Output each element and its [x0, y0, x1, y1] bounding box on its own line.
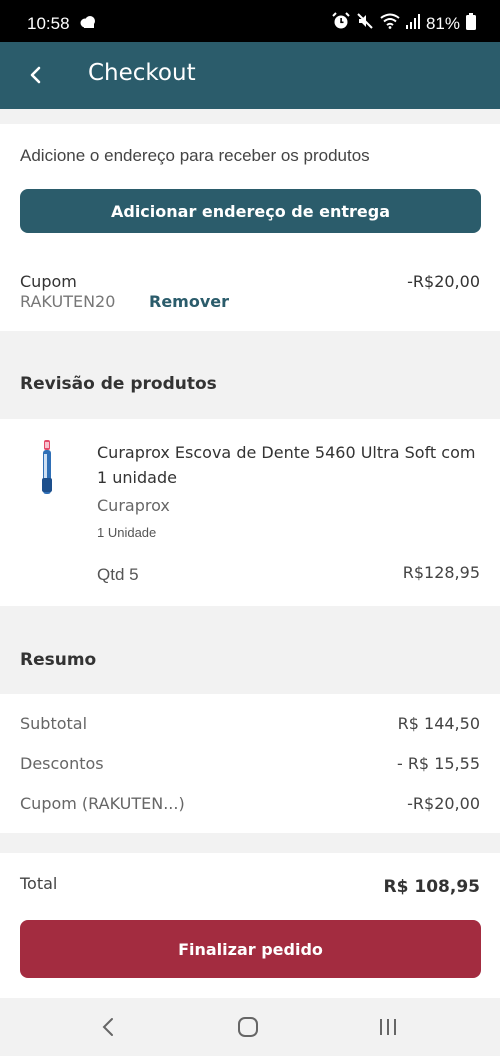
nav-home-icon[interactable] — [233, 1014, 263, 1040]
coupon-summary-value: -R$20,00 — [407, 794, 480, 813]
products-section-title: Revisão de produtos — [20, 374, 217, 394]
system-nav-bar — [0, 998, 500, 1056]
product-brand: Curaprox — [97, 496, 170, 515]
status-bar: 10:58 81% — [0, 0, 500, 42]
coupon-summary-label: Cupom (RAKUTEN...) — [20, 794, 185, 813]
mute-icon — [356, 12, 374, 35]
cloud-icon — [79, 14, 97, 33]
battery-icon — [466, 12, 476, 35]
nav-back-icon[interactable] — [93, 1014, 123, 1040]
remove-coupon-link[interactable]: Remover — [149, 292, 229, 311]
back-arrow-icon[interactable] — [22, 61, 50, 89]
coupon-discount-value: -R$20,00 — [407, 272, 480, 291]
coupon-label: Cupom — [20, 272, 77, 291]
alarm-icon — [332, 12, 350, 35]
wifi-icon — [380, 13, 400, 34]
status-time: 10:58 — [27, 14, 70, 33]
app-bar: Checkout — [0, 42, 500, 109]
signal-icon — [405, 13, 420, 34]
address-prompt: Adicione o endereço para receber os prod… — [20, 146, 370, 165]
summary-section-title: Resumo — [20, 650, 97, 670]
toothbrush-image — [36, 438, 58, 498]
total-value: R$ 108,95 — [383, 877, 480, 897]
battery-percent: 81% — [425, 13, 460, 33]
subtotal-value: R$ 144,50 — [397, 714, 480, 733]
coupon-code: RAKUTEN20 — [20, 292, 116, 311]
discounts-label: Descontos — [20, 754, 104, 773]
nav-recents-icon[interactable] — [373, 1014, 403, 1040]
finish-order-button[interactable]: Finalizar pedido — [20, 920, 481, 978]
subtotal-label: Subtotal — [20, 714, 88, 733]
total-label: Total — [20, 874, 58, 893]
product-price: R$128,95 — [402, 563, 480, 582]
discounts-value: - R$ 15,55 — [396, 754, 480, 773]
product-quantity: Qtd 5 — [97, 565, 139, 584]
add-address-button[interactable]: Adicionar endereço de entrega — [20, 189, 481, 233]
product-name[interactable]: Curaprox Escova de Dente 5460 Ultra Soft… — [97, 440, 482, 490]
page-title: Checkout — [88, 60, 196, 86]
product-unit: 1 Unidade — [97, 525, 157, 540]
